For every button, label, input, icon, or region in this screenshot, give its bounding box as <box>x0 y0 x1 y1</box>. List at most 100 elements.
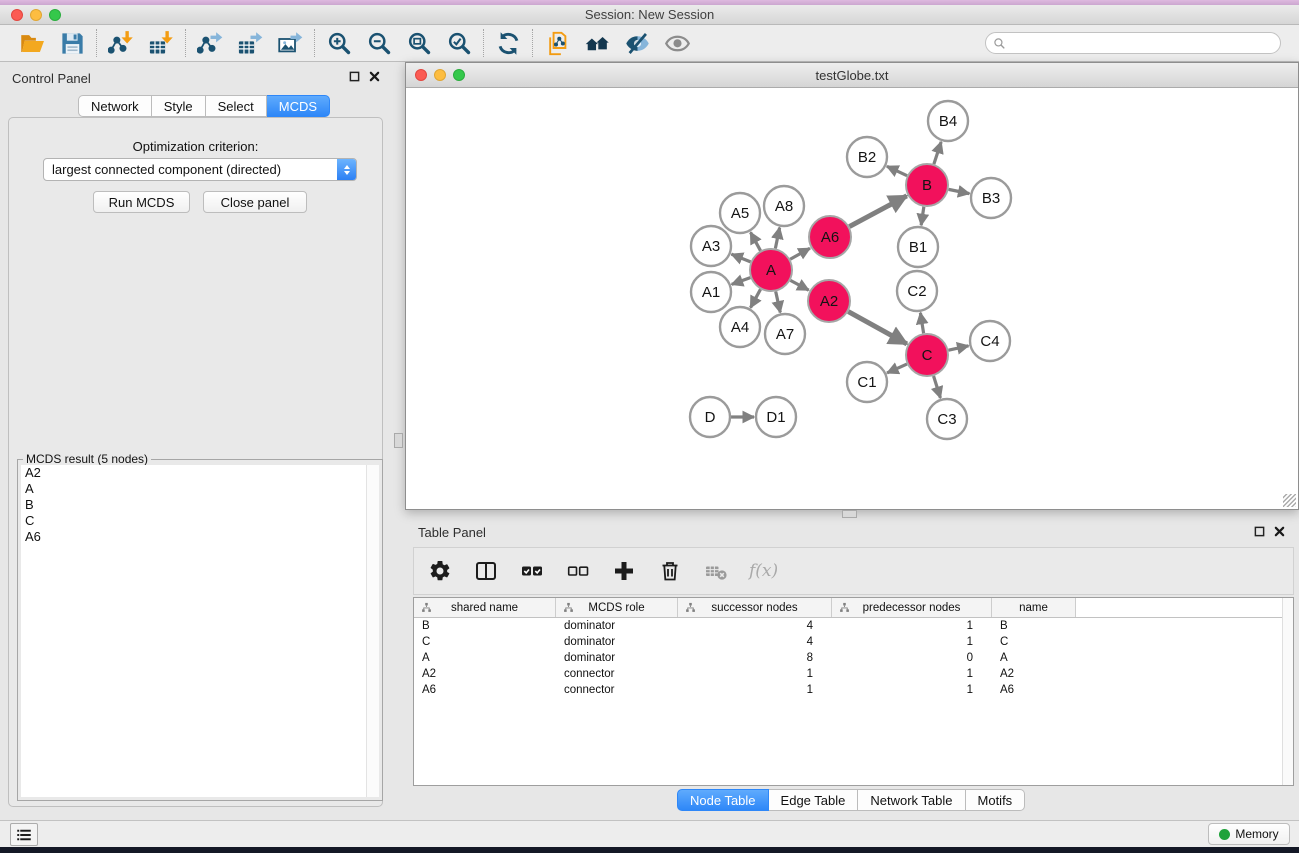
graph-edge-A-A1[interactable] <box>732 278 751 285</box>
graph-edge-A-A2[interactable] <box>790 280 808 290</box>
graph-node-A6[interactable]: A6 <box>809 216 851 258</box>
graph-node-C3[interactable]: C3 <box>927 399 967 439</box>
deselect-all-icon[interactable] <box>565 558 591 584</box>
graph-node-A[interactable]: A <box>750 249 792 291</box>
select-all-icon[interactable] <box>519 558 545 584</box>
graph-node-C2[interactable]: C2 <box>897 271 937 311</box>
mcds-result-item[interactable]: B <box>21 497 379 513</box>
criterion-dropdown[interactable]: largest connected component (directed) <box>43 158 357 181</box>
graph-node-A3[interactable]: A3 <box>691 226 731 266</box>
graph-node-B2[interactable]: B2 <box>847 137 887 177</box>
graph-edge-C-C1[interactable] <box>887 364 907 373</box>
export-image-icon[interactable] <box>275 28 305 58</box>
horizontal-splitter-handle[interactable] <box>842 510 857 518</box>
search-input[interactable] <box>1010 36 1273 50</box>
save-session-icon[interactable] <box>57 28 87 58</box>
table-tab-network-table[interactable]: Network Table <box>858 789 965 811</box>
column-header-shared-name[interactable]: shared name <box>414 598 556 617</box>
column-header-name[interactable]: name <box>992 598 1076 617</box>
table-row[interactable]: Cdominator41C <box>414 634 1293 650</box>
mcds-result-item[interactable]: A <box>21 481 379 497</box>
graph-node-B1[interactable]: B1 <box>898 227 938 267</box>
column-header-MCDS-role[interactable]: MCDS role <box>556 598 678 617</box>
graph-edge-A-A6[interactable] <box>790 248 810 259</box>
graph-edge-A-A4[interactable] <box>751 289 761 307</box>
open-session-icon[interactable] <box>17 28 47 58</box>
column-header-predecessor-nodes[interactable]: predecessor nodes <box>832 598 992 617</box>
table-scrollbar[interactable] <box>1282 598 1293 785</box>
graph-edge-C-C2[interactable] <box>920 313 923 334</box>
automation-panel-button[interactable] <box>10 823 38 846</box>
mcds-result-item[interactable]: A2 <box>21 465 379 481</box>
graph-edge-B-B1[interactable] <box>921 207 924 225</box>
close-panel-button[interactable]: Close panel <box>203 191 307 213</box>
graph-edge-B-B3[interactable] <box>949 189 970 193</box>
tab-network[interactable]: Network <box>78 95 152 117</box>
column-header-successor-nodes[interactable]: successor nodes <box>678 598 832 617</box>
graph-edge-B-B4[interactable] <box>934 142 941 164</box>
float-table-panel-icon[interactable] <box>1254 526 1265 537</box>
zoom-selected-icon[interactable] <box>444 28 474 58</box>
split-panel-icon[interactable] <box>473 558 499 584</box>
add-column-icon[interactable] <box>611 558 637 584</box>
table-tab-motifs[interactable]: Motifs <box>966 789 1026 811</box>
graph-node-A2[interactable]: A2 <box>808 280 850 322</box>
import-network-icon[interactable] <box>106 28 136 58</box>
graph-edge-A6-B[interactable] <box>849 196 906 227</box>
graph-edge-A-A5[interactable] <box>751 232 761 250</box>
float-panel-icon[interactable] <box>349 71 360 82</box>
import-table-icon[interactable] <box>146 28 176 58</box>
export-table-icon[interactable] <box>235 28 265 58</box>
graph-node-C1[interactable]: C1 <box>847 362 887 402</box>
vertical-splitter-handle[interactable] <box>394 433 403 448</box>
duplicate-network-icon[interactable] <box>542 28 572 58</box>
mcds-result-item[interactable]: C <box>21 513 379 529</box>
search-box[interactable] <box>985 32 1281 54</box>
settings-icon[interactable] <box>427 558 453 584</box>
close-table-panel-icon[interactable] <box>1274 526 1285 537</box>
graph-node-A7[interactable]: A7 <box>765 314 805 354</box>
graph-node-C[interactable]: C <box>906 334 948 376</box>
graph-edge-C-C4[interactable] <box>948 346 968 350</box>
eye-toggle-icon[interactable] <box>662 28 692 58</box>
graph-edge-B-B2[interactable] <box>887 166 907 175</box>
graph-node-A1[interactable]: A1 <box>691 272 731 312</box>
refresh-icon[interactable] <box>493 28 523 58</box>
graph-edge-A-A7[interactable] <box>776 291 781 312</box>
close-panel-icon[interactable] <box>369 71 380 82</box>
graph-node-A4[interactable]: A4 <box>720 307 760 347</box>
graph-node-B[interactable]: B <box>906 164 948 206</box>
show-networks-icon[interactable] <box>582 28 612 58</box>
table-row[interactable]: A2connector11A2 <box>414 666 1293 682</box>
memory-button[interactable]: Memory <box>1208 823 1290 845</box>
mcds-result-item[interactable]: A6 <box>21 529 379 545</box>
table-row[interactable]: A6connector11A6 <box>414 682 1293 698</box>
export-network-icon[interactable] <box>195 28 225 58</box>
tab-mcds[interactable]: MCDS <box>267 95 330 117</box>
graph-edge-C-C3[interactable] <box>934 376 941 398</box>
window-resize-grip[interactable] <box>1283 494 1296 507</box>
graph-node-A5[interactable]: A5 <box>720 193 760 233</box>
graph-node-D[interactable]: D <box>690 397 730 437</box>
delete-column-icon[interactable] <box>657 558 683 584</box>
zoom-in-icon[interactable] <box>324 28 354 58</box>
list-scrollbar[interactable] <box>366 465 379 797</box>
graph-node-B4[interactable]: B4 <box>928 101 968 141</box>
graph-node-B3[interactable]: B3 <box>971 178 1011 218</box>
zoom-out-icon[interactable] <box>364 28 394 58</box>
graph-edge-A-A3[interactable] <box>731 254 750 262</box>
zoom-fit-icon[interactable] <box>404 28 434 58</box>
graph-node-C4[interactable]: C4 <box>970 321 1010 361</box>
table-row[interactable]: Adominator80A <box>414 650 1293 666</box>
network-canvas[interactable]: B4 B2 B B3 A8A5 A6 A3 B1 A A1 C2 A2 A4A7 C4 C C1 C3 D D1 <box>406 88 1298 509</box>
tab-select[interactable]: Select <box>206 95 267 117</box>
graph-node-A8[interactable]: A8 <box>764 186 804 226</box>
graph-edge-A-A8[interactable] <box>775 228 779 249</box>
run-mcds-button[interactable]: Run MCDS <box>93 191 190 213</box>
table-tab-edge-table[interactable]: Edge Table <box>769 789 859 811</box>
graph-edge-A2-C[interactable] <box>848 312 907 344</box>
network-window-titlebar[interactable]: testGlobe.txt <box>406 63 1298 88</box>
toggle-graphics-details-icon[interactable] <box>622 28 652 58</box>
table-row[interactable]: Bdominator41B <box>414 618 1293 634</box>
graph-node-D1[interactable]: D1 <box>756 397 796 437</box>
